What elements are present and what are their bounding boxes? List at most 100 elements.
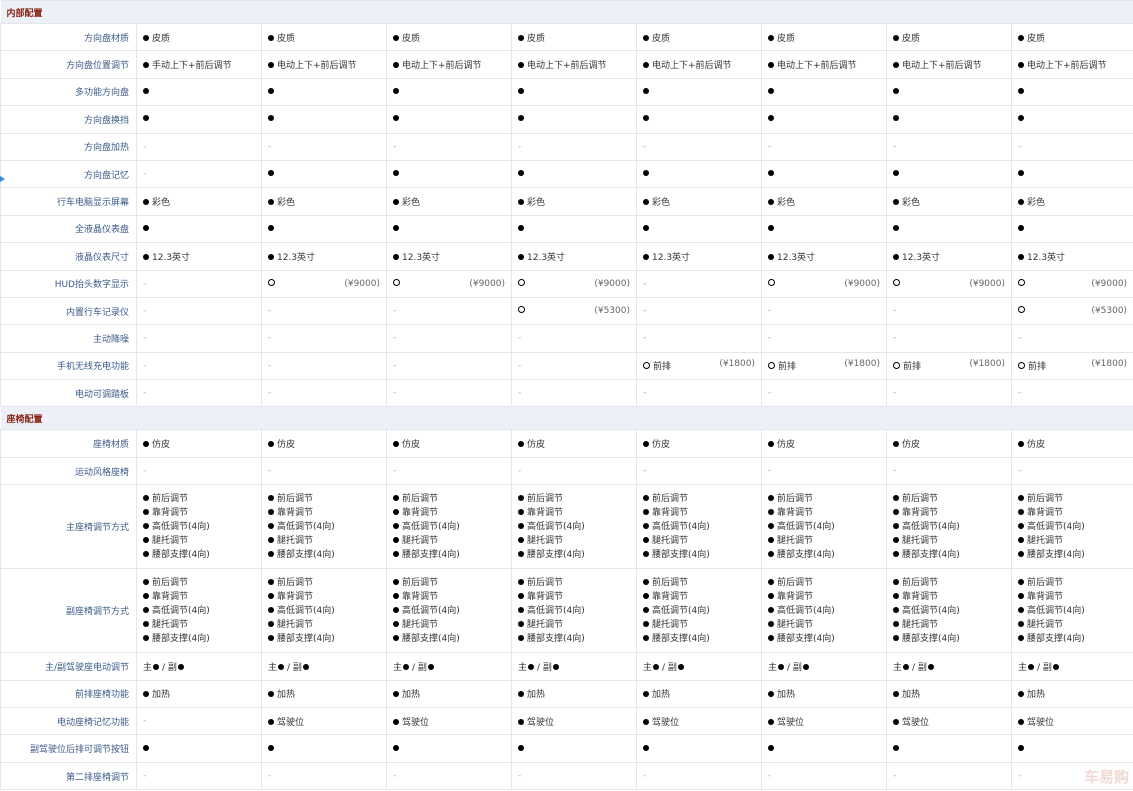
standard-dot-icon (393, 550, 399, 557)
spec-label: 方向盘记忆 (0, 159, 137, 189)
standard-dot-icon (268, 522, 274, 529)
spec-value: 前后调节 靠背调节 高低调节(4向) 腿托调节 腰部支撑(4向) (1010, 484, 1133, 570)
option-list: 前后调节 靠背调节 高低调节(4向) 腿托调节 腰部支撑(4向) (643, 488, 755, 566)
option-item: 高低调节(4向) (143, 520, 255, 534)
driver-label: 主 (518, 662, 528, 673)
spec-value: 加热 (636, 679, 762, 709)
standard-dot-icon (393, 494, 399, 501)
value-text: 加热 (152, 690, 171, 701)
spec-value: 前排 (¥1800) (886, 351, 1012, 381)
spec-value (886, 77, 1012, 107)
spec-value: - (761, 456, 887, 486)
value-text: 12.3英寸 (402, 252, 441, 263)
option-item: 前后调节 (643, 492, 755, 506)
standard-dot-icon (893, 199, 899, 206)
value-text: - (768, 141, 772, 152)
spec-value (1010, 77, 1133, 107)
spec-value: 仿皮 (511, 429, 637, 458)
spec-value (636, 734, 762, 763)
standard-dot-icon (768, 253, 774, 260)
standard-dot-icon (518, 522, 524, 529)
option-text: 靠背调节 (527, 507, 564, 518)
option-list: 前后调节 靠背调节 高低调节(4向) 腿托调节 腰部支撑(4向) (893, 488, 1005, 566)
option-price: (¥1800) (719, 359, 755, 370)
option-text: 前后调节 (152, 493, 189, 504)
option-text: 靠背调节 (402, 507, 439, 518)
value-text: 电动上下+前后调节 (777, 61, 857, 72)
spec-value: - (136, 761, 262, 791)
standard-dot-icon (518, 620, 524, 627)
spec-value (386, 105, 512, 134)
spec-value: (¥9000) (1010, 269, 1133, 298)
spec-value: - (761, 132, 887, 161)
option-list: 前后调节 靠背调节 高低调节(4向) 腿托调节 腰部支撑(4向) (768, 572, 880, 650)
value-text: - (1018, 141, 1022, 152)
value-text: 彩色 (902, 198, 921, 209)
option-price: (¥1800) (844, 359, 880, 370)
value-text: - (768, 333, 772, 344)
standard-dot-icon (768, 536, 774, 543)
spec-value: 加热 (261, 679, 387, 709)
spec-value: 仿皮 (1010, 429, 1133, 458)
option-text: 腰部支撑(4向) (277, 633, 335, 644)
spec-value: - (386, 324, 512, 353)
spec-value (761, 105, 887, 134)
standard-dot-icon (393, 87, 399, 94)
value-text: - (643, 278, 647, 289)
standard-dot-icon (768, 34, 774, 41)
spec-value: 皮质 (261, 22, 387, 52)
spec-value (886, 734, 1012, 763)
driver-label: 主 (268, 662, 278, 673)
standard-dot-icon (518, 115, 524, 122)
option-text: 高低调节(4向) (402, 605, 460, 616)
standard-dot-icon (302, 663, 309, 670)
standard-dot-icon (768, 87, 774, 94)
value-text: - (143, 333, 147, 344)
spec-row: HUD抬头数字显示 - (¥9000) (¥9000) (¥9000) - (¥9000)(… (0, 269, 1133, 298)
spec-value (886, 105, 1012, 134)
spec-value: 仿皮 (636, 429, 762, 458)
spec-value: - (886, 379, 1012, 408)
option-text: 腰部支撑(4向) (402, 549, 460, 560)
spec-value: 彩色 (511, 187, 637, 216)
spec-value: 前后调节 靠背调节 高低调节(4向) 腿托调节 腰部支撑(4向) (636, 484, 762, 570)
standard-dot-icon (643, 224, 649, 231)
standard-dot-icon (893, 592, 899, 599)
value-text: 仿皮 (652, 440, 671, 451)
standard-dot-icon (893, 578, 899, 585)
standard-dot-icon (643, 744, 649, 751)
option-list: 前后调节 靠背调节 高低调节(4向) 腿托调节 腰部支撑(4向) (893, 572, 1005, 650)
value-text: - (143, 388, 147, 399)
section-header: 内部配置 (0, 0, 1133, 24)
spec-value: 前后调节 靠背调节 高低调节(4向) 腿托调节 腰部支撑(4向) (511, 484, 637, 570)
spec-value (761, 734, 887, 763)
spec-value: 前后调节 靠背调节 高低调节(4向) 腿托调节 腰部支撑(4向) (886, 484, 1012, 570)
spec-value (1010, 105, 1133, 134)
value-text: 12.3英寸 (652, 252, 691, 263)
standard-dot-icon (1018, 606, 1024, 613)
value-text: 彩色 (777, 198, 796, 209)
option-list: 前后调节 靠背调节 高低调节(4向) 腿托调节 腰部支撑(4向) (768, 488, 880, 566)
spec-value: 主 / 副 (636, 652, 762, 681)
spec-value (511, 77, 637, 107)
standard-dot-icon (518, 441, 524, 448)
standard-dot-icon (768, 170, 774, 177)
spec-value: - (1010, 379, 1133, 408)
value-text: 加热 (652, 690, 671, 701)
spec-value: 前排 (¥1800) (636, 351, 762, 381)
spec-value: 前后调节 靠背调节 高低调节(4向) 腿托调节 腰部支撑(4向) (386, 484, 512, 570)
value-text: - (1018, 771, 1022, 781)
standard-dot-icon (393, 606, 399, 613)
value-text: 仿皮 (402, 440, 421, 451)
option-item: 前后调节 (268, 492, 380, 506)
value-text: - (143, 278, 147, 289)
spec-value: 前后调节 靠背调节 高低调节(4向) 腿托调节 腰部支撑(4向) (386, 568, 512, 654)
option-text: 高低调节(4向) (652, 605, 710, 616)
standard-dot-icon (1018, 536, 1024, 543)
value-text: 加热 (777, 690, 796, 701)
spec-value: 12.3英寸 (636, 242, 762, 271)
option-list: 前后调节 靠背调节 高低调节(4向) 腿托调节 腰部支撑(4向) (518, 572, 630, 650)
value-text: - (893, 306, 897, 317)
standard-dot-icon (643, 115, 649, 122)
spec-value: 12.3英寸 (886, 242, 1012, 271)
